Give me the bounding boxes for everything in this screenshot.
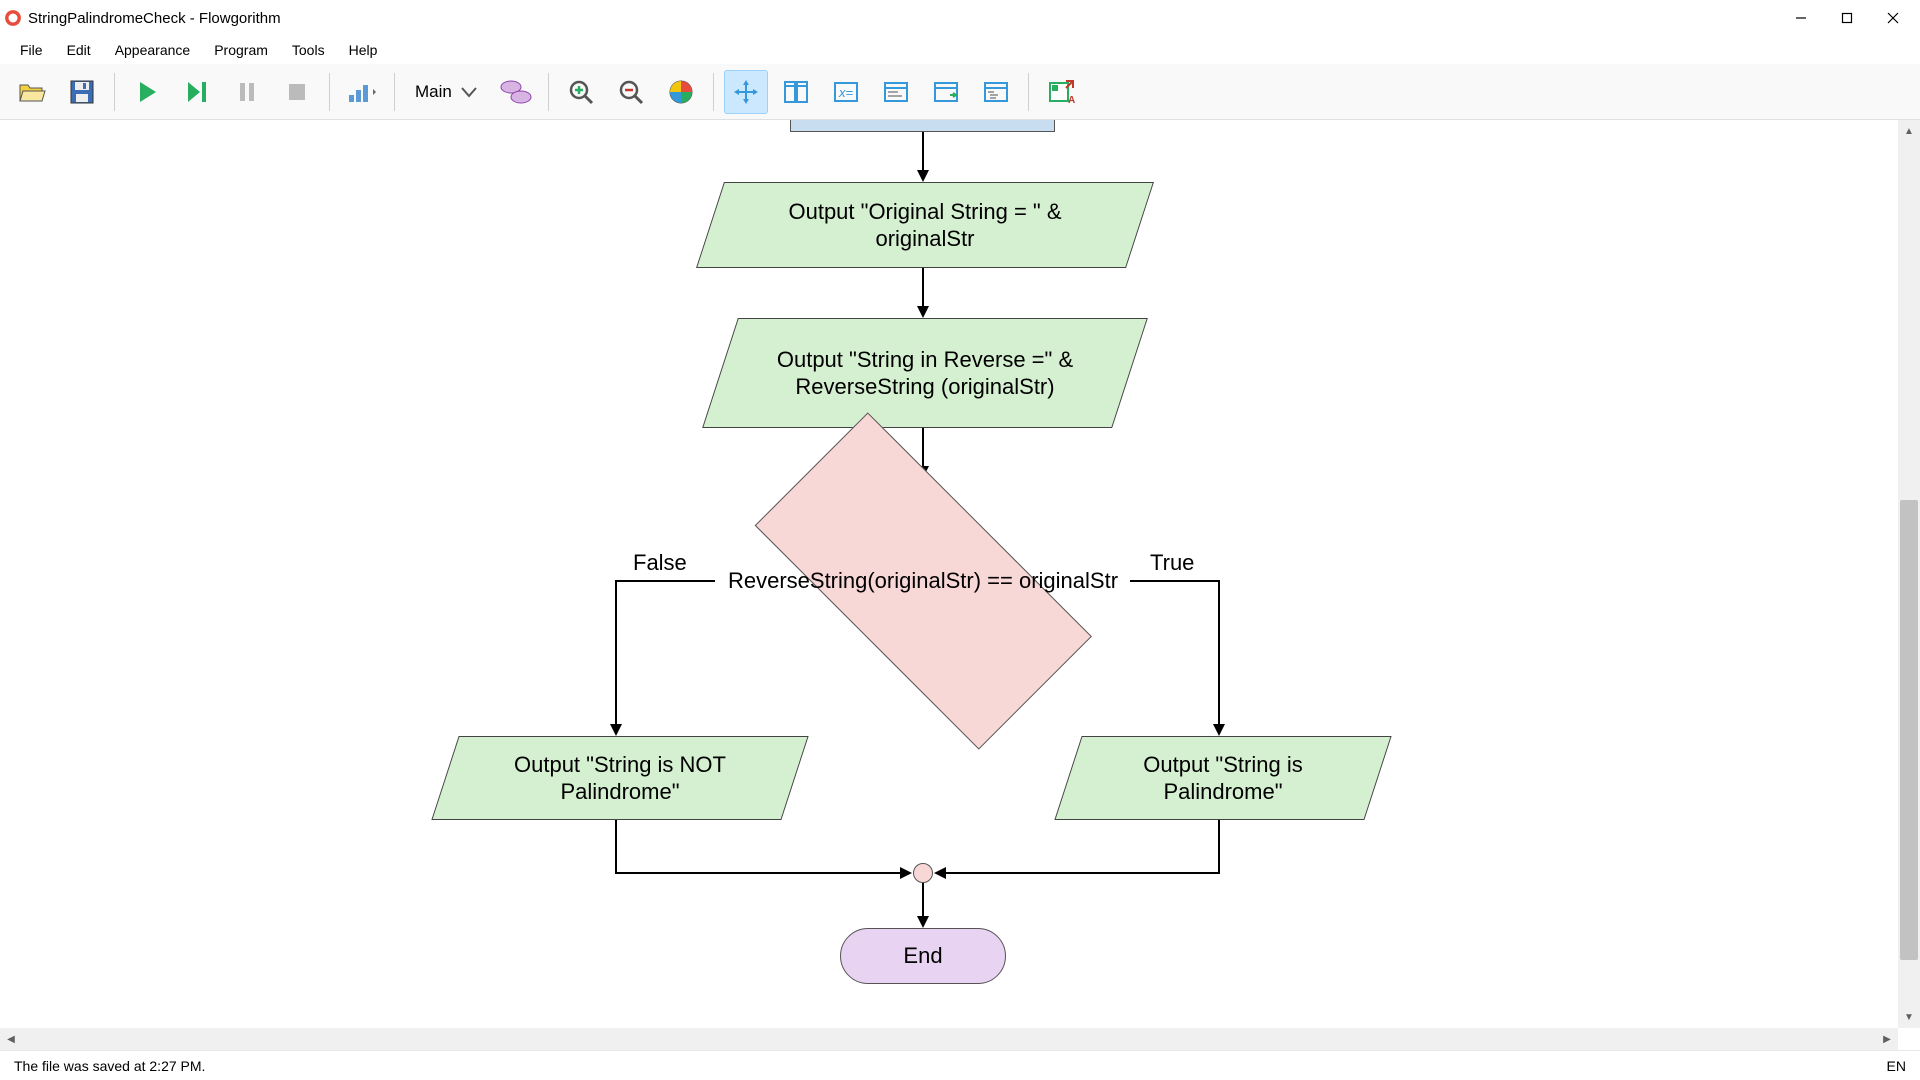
menu-program[interactable]: Program — [202, 38, 280, 62]
arrow-line — [1218, 820, 1220, 874]
vertical-scrollbar[interactable]: ▲ ▼ — [1898, 120, 1920, 1028]
true-label: True — [1150, 550, 1194, 576]
close-button[interactable] — [1870, 0, 1916, 36]
pause-button[interactable] — [225, 70, 269, 114]
output-text: Output "Original String = " & originalSt… — [710, 182, 1140, 268]
arrow-head-icon — [1213, 724, 1225, 736]
arrow-head-icon — [900, 867, 912, 879]
output-text: Output "String in Reverse =" & ReverseSt… — [720, 318, 1130, 428]
save-button[interactable] — [60, 70, 104, 114]
svg-text:x=: x= — [838, 85, 854, 100]
horizontal-scrollbar[interactable]: ◀ ▶ — [0, 1028, 1898, 1050]
flowchart-canvas[interactable]: Output "Original String = " & originalSt… — [0, 120, 1898, 1028]
arrow-line — [615, 580, 617, 726]
variable-watch-button[interactable]: x= — [824, 70, 868, 114]
arrow-head-icon — [934, 867, 946, 879]
menu-help[interactable]: Help — [337, 38, 390, 62]
end-text: End — [903, 943, 942, 969]
toolbar: Main x= A — [0, 64, 1920, 120]
decision-text: ReverseString(originalStr) == originalSt… — [700, 468, 1146, 694]
arrow-line — [1218, 580, 1220, 726]
run-button[interactable] — [125, 70, 169, 114]
output-block-reverse[interactable]: Output "String in Reverse =" & ReverseSt… — [720, 318, 1130, 428]
console-button[interactable] — [874, 70, 918, 114]
stop-button[interactable] — [275, 70, 319, 114]
output-block-not-palindrome[interactable]: Output "String is NOT Palindrome" — [445, 736, 795, 820]
menu-edit[interactable]: Edit — [55, 38, 103, 62]
source-code-button[interactable] — [974, 70, 1018, 114]
titlebar: StringPalindromeCheck - Flowgorithm — [0, 0, 1920, 36]
scroll-right-button[interactable]: ▶ — [1876, 1028, 1898, 1050]
speed-button[interactable] — [340, 70, 384, 114]
app-icon — [4, 9, 22, 27]
chevron-down-icon — [460, 86, 478, 98]
arrow-line — [944, 872, 1220, 874]
svg-text:A: A — [1068, 95, 1075, 106]
maximize-button[interactable] — [1824, 0, 1870, 36]
step-button[interactable] — [175, 70, 219, 114]
arrow-line — [615, 820, 617, 874]
arrow-line — [1130, 580, 1220, 582]
color-scheme-button[interactable] — [659, 70, 703, 114]
menu-appearance[interactable]: Appearance — [103, 38, 203, 62]
arrow-head-icon — [610, 724, 622, 736]
scroll-thumb[interactable] — [1900, 500, 1918, 960]
status-language: EN — [1887, 1058, 1906, 1074]
arrow-head-icon — [917, 306, 929, 318]
output-text: Output "String is NOT Palindrome" — [445, 736, 795, 820]
connector-node[interactable] — [913, 863, 933, 883]
canvas-wrap: Output "Original String = " & originalSt… — [0, 120, 1920, 1050]
menu-tools[interactable]: Tools — [280, 38, 337, 62]
function-selector[interactable]: Main — [405, 82, 488, 102]
window-title: StringPalindromeCheck - Flowgorithm — [28, 10, 1778, 27]
open-button[interactable] — [10, 70, 54, 114]
menubar: File Edit Appearance Program Tools Help — [0, 36, 1920, 64]
end-block[interactable]: End — [840, 928, 1006, 984]
turtle-button[interactable] — [924, 70, 968, 114]
arrow-line — [615, 872, 905, 874]
arrow-head-icon — [917, 916, 929, 928]
output-text: Output "String is Palindrome" — [1068, 736, 1378, 820]
scroll-up-button[interactable]: ▲ — [1898, 120, 1920, 142]
scroll-down-button[interactable]: ▼ — [1898, 1006, 1920, 1028]
partial-shape-top — [790, 120, 1055, 132]
scroll-left-button[interactable]: ◀ — [0, 1028, 22, 1050]
zoom-in-button[interactable] — [559, 70, 603, 114]
arrow-line — [922, 268, 924, 308]
layout-windows-button[interactable] — [774, 70, 818, 114]
zoom-out-button[interactable] — [609, 70, 653, 114]
menu-file[interactable]: File — [8, 38, 55, 62]
false-label: False — [633, 550, 687, 576]
function-name: Main — [415, 82, 452, 102]
add-function-button[interactable] — [494, 70, 538, 114]
arrow-line — [922, 428, 924, 468]
status-message: The file was saved at 2:27 PM. — [14, 1058, 205, 1074]
layout-auto-button[interactable] — [724, 70, 768, 114]
decision-block[interactable]: ReverseString(originalStr) == originalSt… — [700, 468, 1146, 694]
arrow-line — [922, 132, 924, 172]
window-controls — [1778, 0, 1916, 36]
arrow-line — [615, 580, 715, 582]
export-button[interactable]: A — [1039, 70, 1083, 114]
arrow-line — [922, 883, 924, 918]
arrow-head-icon — [917, 170, 929, 182]
output-block-original[interactable]: Output "Original String = " & originalSt… — [710, 182, 1140, 268]
output-block-palindrome[interactable]: Output "String is Palindrome" — [1068, 736, 1378, 820]
statusbar: The file was saved at 2:27 PM. EN — [0, 1050, 1920, 1080]
minimize-button[interactable] — [1778, 0, 1824, 36]
